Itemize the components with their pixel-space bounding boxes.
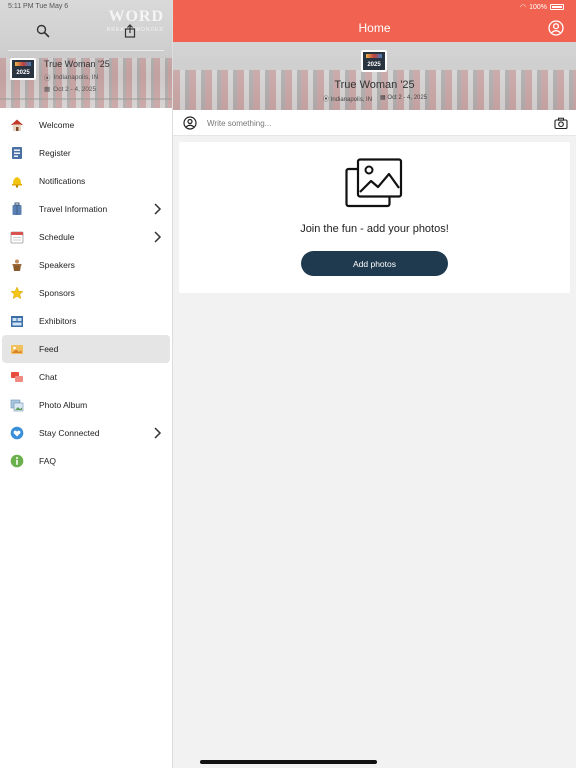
post-input[interactable]: Write something... [207, 119, 271, 128]
sidebar-hero: WORD BREATH WONDER 2025 True Woman '25 ⦿… [0, 0, 172, 108]
event-thumbnail: 2025 [361, 50, 387, 72]
sidebar-item-label: Notifications [39, 176, 86, 186]
status-time: 5:11 PM Tue May 6 [8, 3, 69, 10]
chevron-right-icon [154, 231, 162, 243]
sidebar-event-location-text: Indianapolis, IN [53, 73, 99, 81]
podium-icon [10, 258, 24, 272]
sidebar-item-exhibitors[interactable]: Exhibitors [2, 307, 170, 335]
sidebar-event-info: True Woman '25 ⦿ Indianapolis, IN ▦ Oct … [44, 58, 110, 93]
sidebar-item-label: Register [39, 148, 71, 158]
heart-icon [10, 426, 24, 440]
empty-feed-card: Join the fun - add your photos! Add phot… [179, 142, 570, 293]
page-title: Home [358, 21, 391, 35]
sidebar-hero-divider [8, 50, 164, 51]
bell-icon [10, 174, 24, 188]
location-pin-icon: ⦿ [323, 97, 331, 103]
sidebar-item-label: Stay Connected [39, 428, 100, 438]
location-pin-icon: ⦿ [44, 75, 51, 82]
search-icon[interactable] [36, 24, 50, 38]
sidebar-event-location: ⦿ Indianapolis, IN [44, 72, 110, 83]
sidebar-item-travel-information[interactable]: Travel Information [2, 195, 170, 223]
suitcase-icon [10, 202, 24, 216]
wifi-icon: ◠ [519, 4, 527, 11]
event-location: ⦿ Indianapolis, IN [323, 94, 372, 103]
event-banner[interactable]: 2025 True Woman '25 ⦿ Indianapolis, IN ▦… [173, 42, 576, 110]
sidebar-event-dates: ▦ Oct 2 - 4, 2025 [44, 85, 110, 94]
sidebar-item-label: Speakers [39, 260, 75, 270]
chat-icon [10, 370, 24, 384]
sidebar-item-sponsors[interactable]: Sponsors [2, 279, 170, 307]
sidebar-item-stay-connected[interactable]: Stay Connected [2, 419, 170, 447]
battery-icon [550, 4, 564, 10]
sidebar-item-label: Exhibitors [39, 316, 77, 326]
profile-icon[interactable] [548, 20, 564, 36]
event-meta: ⦿ Indianapolis, IN ▦ Oct 2 - 4, 2025 [323, 94, 427, 103]
add-photos-button[interactable]: Add photos [301, 251, 448, 276]
status-right: ◠ 100% [520, 3, 564, 11]
booth-icon [10, 314, 24, 328]
sidebar-event-card[interactable]: 2025 True Woman '25 ⦿ Indianapolis, IN ▦… [10, 58, 110, 93]
star-icon [10, 286, 24, 300]
info-icon [10, 454, 24, 468]
event-title: True Woman '25 [334, 79, 415, 91]
photos-icon [345, 158, 403, 208]
sidebar-menu: Welcome Register Notifications Travel In… [0, 111, 172, 475]
sidebar-item-faq[interactable]: FAQ [2, 447, 170, 475]
sidebar-item-chat[interactable]: Chat [2, 363, 170, 391]
sidebar-item-speakers[interactable]: Speakers [2, 251, 170, 279]
sidebar-event-title: True Woman '25 [44, 59, 110, 69]
photo-album-icon [10, 398, 24, 412]
sidebar: WORD BREATH WONDER 2025 True Woman '25 ⦿… [0, 0, 173, 768]
status-bar: 5:11 PM Tue May 6 ◠ 100% [0, 0, 576, 14]
register-icon [10, 146, 24, 160]
event-thumbnail: 2025 [10, 58, 36, 80]
user-avatar-icon [183, 116, 197, 130]
main-content: Home 2025 True Woman '25 ⦿ Indianapolis,… [173, 0, 576, 768]
share-icon[interactable] [123, 24, 137, 38]
sidebar-item-schedule[interactable]: Schedule [2, 223, 170, 251]
sidebar-item-register[interactable]: Register [2, 139, 170, 167]
sidebar-item-label: Schedule [39, 232, 75, 242]
sidebar-item-label: Travel Information [39, 204, 108, 214]
sidebar-item-welcome[interactable]: Welcome [2, 111, 170, 139]
sidebar-item-photo-album[interactable]: Photo Album [2, 391, 170, 419]
sidebar-item-label: Feed [39, 344, 59, 354]
calendar-small-icon: ▦ [44, 86, 51, 93]
sidebar-item-label: Sponsors [39, 288, 75, 298]
sidebar-event-dates-text: Oct 2 - 4, 2025 [53, 85, 97, 93]
house-icon [10, 118, 24, 132]
chevron-right-icon [154, 427, 162, 439]
post-composer[interactable]: Write something... [173, 110, 576, 136]
sidebar-item-label: Welcome [39, 120, 75, 130]
calendar-icon [10, 230, 24, 244]
event-location-text: Indianapolis, IN [330, 97, 373, 103]
sidebar-item-feed[interactable]: Feed [2, 335, 170, 363]
camera-icon[interactable] [554, 116, 568, 130]
feed-icon [10, 342, 24, 356]
sidebar-item-label: Chat [39, 372, 57, 382]
sidebar-item-label: FAQ [39, 456, 57, 466]
sidebar-item-notifications[interactable]: Notifications [2, 167, 170, 195]
battery-percent: 100% [529, 3, 547, 11]
home-indicator[interactable] [200, 760, 377, 764]
event-dates-text: Oct 2 - 4, 2025 [387, 95, 428, 101]
empty-state-prompt: Join the fun - add your photos! [300, 223, 449, 235]
event-dates: ▦ Oct 2 - 4, 2025 [380, 94, 427, 103]
chevron-right-icon [154, 203, 162, 215]
sidebar-hero-underline [0, 98, 172, 100]
sidebar-item-label: Photo Album [39, 400, 88, 410]
